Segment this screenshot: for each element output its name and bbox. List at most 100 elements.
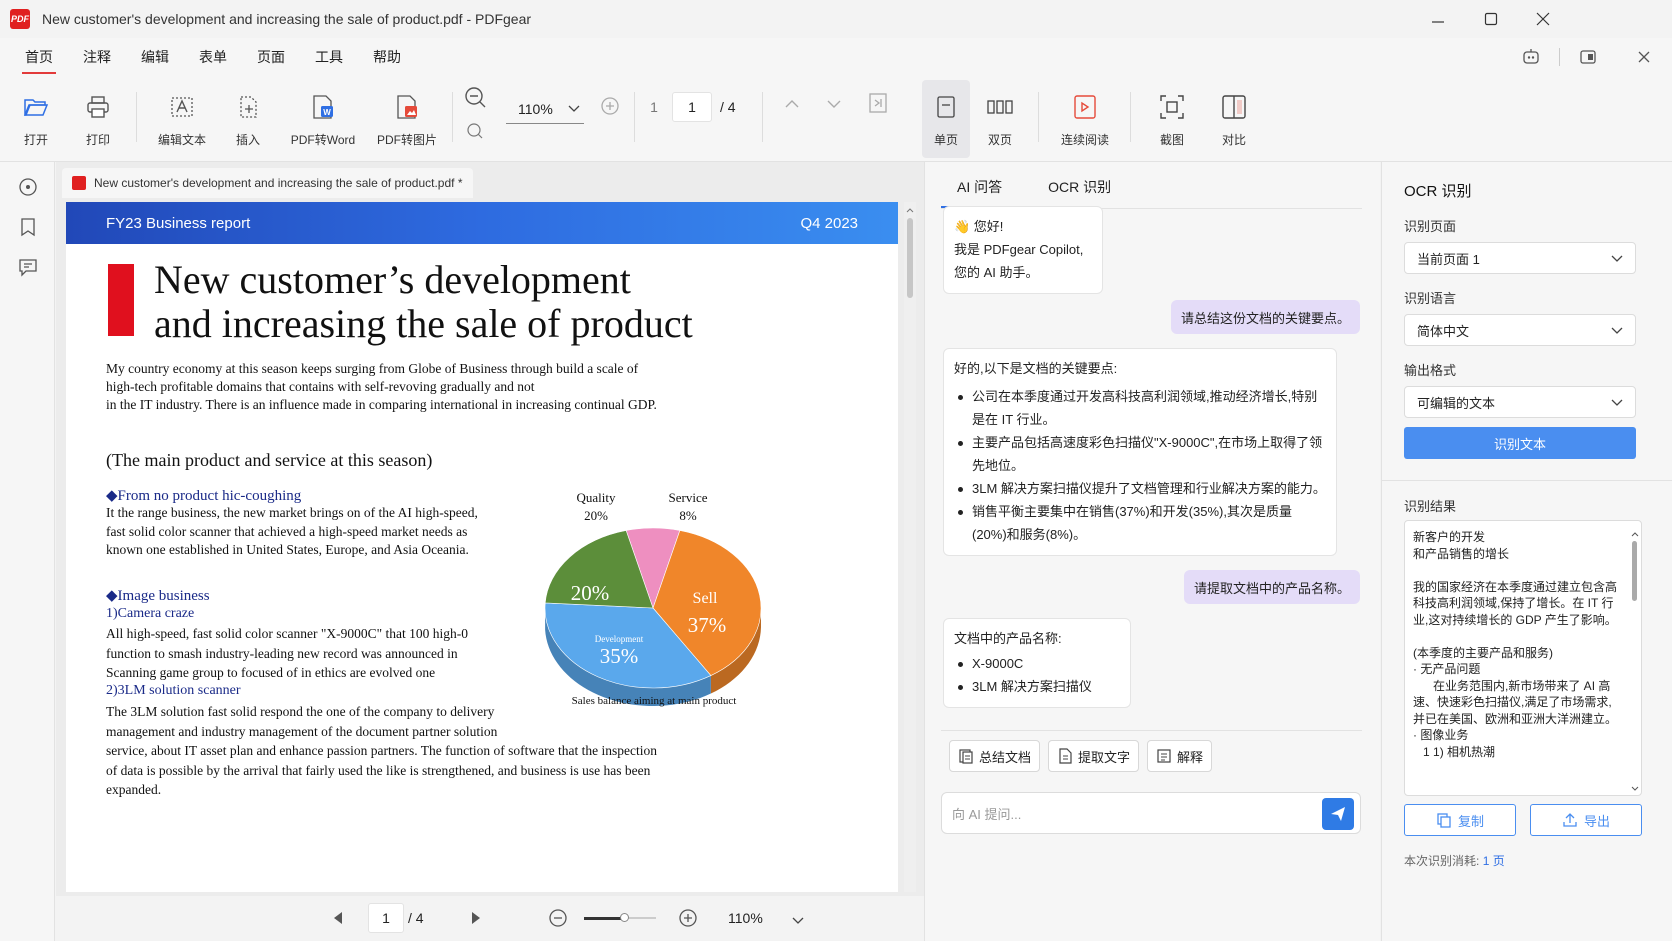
open-button[interactable]: 打开 [12, 76, 60, 162]
quality-outer-pct: 20% [584, 508, 608, 523]
folder-open-icon [23, 98, 49, 116]
next-page-button[interactable] [470, 911, 482, 928]
chevron-down-icon [827, 100, 841, 108]
zoom-slider[interactable] [584, 913, 656, 922]
pie-chart: Quality 20% Service 8% 20% Sell 37% Deve… [536, 480, 786, 720]
bottom-page-input[interactable]: 1 [368, 903, 404, 933]
copy-button[interactable]: 复制 [1404, 804, 1516, 836]
ai-response-intro: 好的,以下是文档的关键要点: [954, 361, 1118, 376]
window-title: New customer's development and increasin… [42, 11, 532, 27]
menu-edit[interactable]: 编辑 [126, 38, 184, 76]
send-button[interactable] [1322, 798, 1354, 830]
prev-page-button[interactable] [332, 911, 344, 928]
maximize-button[interactable] [1463, 0, 1518, 38]
ask-ai-input[interactable]: 向 AI 提问... [941, 792, 1361, 834]
ocr-format-select[interactable]: 可编辑的文本 [1404, 386, 1636, 418]
minimize-button[interactable] [1410, 0, 1465, 38]
zoom-select[interactable]: 110% [506, 94, 584, 124]
continuous-read-button[interactable]: 连续阅读 [1050, 76, 1120, 162]
menu-annotate[interactable]: 注释 [68, 38, 126, 76]
comments-button[interactable] [17, 256, 39, 278]
print-button[interactable]: 打印 [74, 76, 122, 162]
document-scrollbar[interactable] [904, 202, 916, 892]
insert-page-icon [240, 95, 257, 118]
pdf-to-word-button[interactable]: W PDF转Word [284, 76, 362, 162]
zoom-fit-button[interactable] [466, 122, 484, 145]
extract-text-button[interactable]: 提取文字 [1048, 740, 1140, 772]
compare-button[interactable]: 对比 [1210, 76, 1258, 162]
recognize-text-button[interactable]: 识别文本 [1404, 427, 1636, 459]
export-button[interactable]: 导出 [1530, 804, 1642, 836]
menu-help[interactable]: 帮助 [358, 38, 416, 76]
triangle-right-icon [472, 912, 480, 924]
bottom-zoom-dropdown[interactable] [792, 912, 804, 928]
ocr-language-select[interactable]: 简体中文 [1404, 314, 1636, 346]
last-page-button[interactable] [868, 92, 888, 119]
zoom-out-button[interactable] [464, 86, 486, 113]
continuous-read-label: 连续阅读 [1060, 132, 1109, 147]
printer-icon [87, 95, 109, 118]
bookmarks-button[interactable] [17, 216, 39, 238]
para-line: service, about IT asset plan and enhance… [106, 743, 657, 758]
insert-label: 插入 [235, 132, 260, 147]
page-number-input[interactable]: 1 [672, 92, 712, 122]
para-line: expanded. [106, 782, 162, 797]
ocr-page-label: 识别页面 [1404, 219, 1457, 234]
para-line: Scanning game group to focused of in eth… [106, 665, 436, 680]
double-page-label: 双页 [987, 132, 1012, 147]
zoom-out-icon [549, 909, 567, 927]
pdf-to-image-button[interactable]: PDF转图片 [368, 76, 446, 162]
tab-ai-qa[interactable]: AI 问答 [941, 170, 1019, 208]
double-page-view-button[interactable]: 双页 [976, 76, 1024, 162]
ocr-result-scrollbar[interactable] [1631, 525, 1639, 793]
window-panel-icon [1580, 50, 1596, 64]
ocr-result-label: 识别结果 [1404, 499, 1457, 514]
screenshot-button[interactable]: 截图 [1148, 76, 1196, 162]
ai-response-point: 销售平衡主要集中在销售(37%)和开发(35%),其次是质量(20%)和服务(8… [954, 500, 1326, 546]
ai-response-point: 主要产品包括高速度彩色扫描仪"X-9000C",在市场上取得了领先地位。 [954, 431, 1326, 477]
zoom-slider-handle[interactable] [620, 913, 629, 922]
single-page-view-button[interactable]: 单页 [922, 80, 970, 158]
edit-text-button[interactable]: 编辑文本 [150, 76, 214, 162]
ai-assistant-panel: AI 问答 OCR 识别 👋 您好! 我是 PDFgear Copilot, 您… [924, 162, 1380, 941]
ocr-result-textarea[interactable]: 新客户的开发 和产品销售的增长 我的国家经济在本季度通过建立包含高科技高利润领域… [1404, 520, 1642, 796]
menu-form[interactable]: 表单 [184, 38, 242, 76]
menu-page[interactable]: 页面 [242, 38, 300, 76]
bottom-zoom-out-button[interactable] [548, 908, 568, 931]
panel-toggle-button[interactable] [1560, 38, 1616, 76]
close-window-button[interactable] [1515, 0, 1570, 38]
ocr-page-select[interactable]: 当前页面 1 [1404, 242, 1636, 274]
triangle-left-icon [334, 912, 342, 924]
zoom-in-button[interactable] [600, 96, 620, 121]
document-tab[interactable]: New customer's development and increasin… [62, 168, 473, 198]
menubar-actions [1503, 38, 1672, 76]
pie-slices [544, 527, 762, 706]
pdf-title-line-2: and increasing the sale of product [154, 301, 693, 346]
thumbnails-button[interactable] [17, 176, 39, 198]
close-panel-button[interactable] [1616, 38, 1672, 76]
previous-page-button[interactable] [784, 96, 800, 117]
title-accent-bar [108, 264, 134, 336]
para-line: of data is possible by the arrival that … [106, 762, 651, 778]
explain-button[interactable]: 解释 [1147, 740, 1213, 772]
menu-tools[interactable]: 工具 [300, 38, 358, 76]
scroll-thumb[interactable] [907, 218, 913, 298]
copilot-button[interactable] [1503, 38, 1559, 76]
bookmark-icon [21, 218, 35, 237]
ocr-language-label: 识别语言 [1404, 291, 1457, 306]
ocr-format-label: 输出格式 [1404, 363, 1457, 378]
bottom-zoom-in-button[interactable] [678, 908, 698, 931]
intro-line: in the IT industry. There is an influenc… [106, 397, 657, 412]
insert-button[interactable]: 插入 [226, 76, 270, 162]
ocr-usage-footer: 本次识别消耗: 1 页 [1404, 852, 1505, 869]
scroll-thumb[interactable] [1632, 541, 1637, 601]
pdfgear-window: PDF New customer's development and incre… [0, 0, 1672, 941]
tab-ocr[interactable]: OCR 识别 [1032, 170, 1127, 204]
ocr-page-value: 当前页面 1 [1417, 251, 1480, 267]
user-message-text: 请总结这份文档的关键要点。 [1180, 310, 1350, 326]
summarize-doc-button[interactable]: 总结文档 [949, 740, 1041, 772]
chevron-down-icon [1611, 327, 1623, 334]
ai-response-2: 文档中的产品名称: X-9000C 3LM 解决方案扫描仪 [943, 618, 1131, 708]
menu-home[interactable]: 首页 [10, 38, 68, 76]
next-page-button[interactable] [826, 96, 842, 117]
